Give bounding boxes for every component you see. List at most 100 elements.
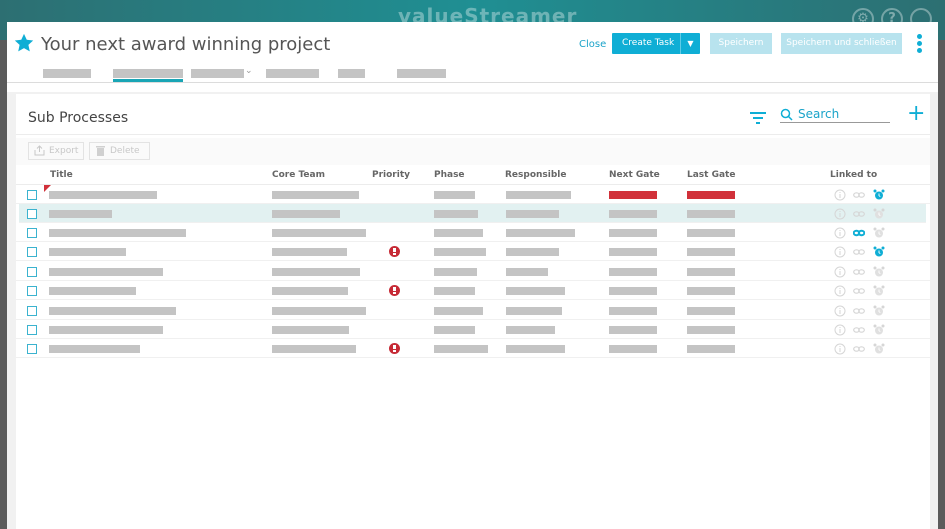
table-row[interactable] xyxy=(16,281,930,300)
info-icon[interactable] xyxy=(834,305,846,317)
alarm-icon[interactable] xyxy=(873,246,885,258)
last-gate-cell xyxy=(687,326,735,334)
kebab-menu-icon[interactable] xyxy=(916,34,924,56)
alarm-icon[interactable] xyxy=(873,285,885,297)
core-team-cell xyxy=(272,268,360,276)
link-icon[interactable] xyxy=(853,343,865,355)
link-icon[interactable] xyxy=(853,285,865,297)
row-checkbox[interactable] xyxy=(27,190,37,200)
phase-cell xyxy=(434,307,483,315)
title-cell xyxy=(49,210,112,218)
column-header-title[interactable]: Title xyxy=(50,170,73,180)
column-header-linked-to[interactable]: Linked to xyxy=(830,170,877,180)
close-link[interactable]: Close xyxy=(579,39,606,50)
info-icon[interactable] xyxy=(834,324,846,336)
export-button[interactable]: Export xyxy=(28,142,84,160)
responsible-cell xyxy=(506,287,565,295)
create-task-dropdown-toggle[interactable]: ▼ xyxy=(680,33,700,54)
tab-3[interactable] xyxy=(191,69,244,78)
table-row[interactable] xyxy=(16,185,930,204)
row-checkbox[interactable] xyxy=(27,267,37,277)
alarm-icon[interactable] xyxy=(873,227,885,239)
search-placeholder: Search xyxy=(798,107,840,121)
link-icon[interactable] xyxy=(853,246,865,258)
alarm-icon[interactable] xyxy=(873,305,885,317)
table-row[interactable] xyxy=(16,223,930,242)
tab-4[interactable] xyxy=(266,69,319,78)
background-left-edge xyxy=(0,40,7,529)
save-and-close-button[interactable]: Speichern und schließen xyxy=(781,33,902,54)
next-gate-cell xyxy=(609,345,657,353)
alarm-icon[interactable] xyxy=(873,208,885,220)
info-icon[interactable] xyxy=(834,266,846,278)
section-title: Sub Processes xyxy=(28,110,129,126)
save-button[interactable]: Speichern xyxy=(710,33,772,54)
tab-6[interactable] xyxy=(397,69,446,78)
star-icon[interactable] xyxy=(13,32,35,54)
info-icon[interactable] xyxy=(834,227,846,239)
plus-icon[interactable]: + xyxy=(907,103,925,125)
alarm-icon[interactable] xyxy=(873,324,885,336)
column-header-last-gate[interactable]: Last Gate xyxy=(687,170,735,180)
trash-icon xyxy=(96,146,105,156)
chevron-down-icon[interactable]: ⌄ xyxy=(245,66,253,76)
info-icon[interactable] xyxy=(834,189,846,201)
next-gate-cell xyxy=(609,248,657,256)
column-header-next-gate[interactable]: Next Gate xyxy=(609,170,660,180)
column-header-phase[interactable]: Phase xyxy=(434,170,465,180)
tab-2[interactable] xyxy=(113,69,183,78)
link-icon[interactable] xyxy=(853,305,865,317)
link-icon[interactable] xyxy=(853,189,865,201)
link-icon[interactable] xyxy=(853,266,865,278)
responsible-cell xyxy=(506,191,571,199)
row-checkbox[interactable] xyxy=(27,247,37,257)
responsible-cell xyxy=(506,229,575,237)
alarm-icon[interactable] xyxy=(873,189,885,201)
responsible-cell xyxy=(506,210,559,218)
priority-icon xyxy=(389,285,400,296)
info-icon[interactable] xyxy=(834,285,846,297)
search-input[interactable]: Search xyxy=(780,107,890,123)
column-header-core-team[interactable]: Core Team xyxy=(272,170,325,180)
table-row[interactable] xyxy=(16,242,930,261)
phase-cell xyxy=(434,248,486,256)
row-checkbox[interactable] xyxy=(27,209,37,219)
alarm-icon[interactable] xyxy=(873,266,885,278)
table-row[interactable] xyxy=(19,204,926,223)
column-header-responsible[interactable]: Responsible xyxy=(505,170,567,180)
link-icon[interactable] xyxy=(853,227,865,239)
title-cell xyxy=(49,191,157,199)
phase-cell xyxy=(434,229,483,237)
row-checkbox[interactable] xyxy=(27,286,37,296)
create-task-button[interactable]: Create Task ▼ xyxy=(612,33,700,54)
table-row[interactable] xyxy=(16,301,930,320)
filter-icon[interactable] xyxy=(750,112,766,124)
row-checkbox[interactable] xyxy=(27,325,37,335)
responsible-cell xyxy=(506,326,555,334)
background-right-edge xyxy=(938,40,945,529)
last-gate-cell xyxy=(687,287,735,295)
table-row[interactable] xyxy=(16,339,930,358)
table-row[interactable] xyxy=(16,320,930,339)
modal-header: Your next award winning project Close Cr… xyxy=(7,22,938,92)
delete-button[interactable]: Delete xyxy=(89,142,150,160)
next-gate-cell xyxy=(609,229,657,237)
table-row[interactable] xyxy=(16,262,930,281)
column-header-priority[interactable]: Priority xyxy=(372,170,410,180)
row-checkbox[interactable] xyxy=(27,228,37,238)
next-gate-cell xyxy=(609,268,657,276)
alarm-icon[interactable] xyxy=(873,343,885,355)
tab-1[interactable] xyxy=(43,69,91,78)
link-icon[interactable] xyxy=(853,324,865,336)
core-team-cell xyxy=(272,307,366,315)
info-icon[interactable] xyxy=(834,343,846,355)
row-checkbox[interactable] xyxy=(27,306,37,316)
table-header: Title Core Team Priority Phase Responsib… xyxy=(16,165,930,185)
row-checkbox[interactable] xyxy=(27,344,37,354)
link-icon[interactable] xyxy=(853,208,865,220)
title-cell xyxy=(49,248,126,256)
info-icon[interactable] xyxy=(834,246,846,258)
phase-cell xyxy=(434,345,488,353)
tab-5[interactable] xyxy=(338,69,365,78)
info-icon[interactable] xyxy=(834,208,846,220)
